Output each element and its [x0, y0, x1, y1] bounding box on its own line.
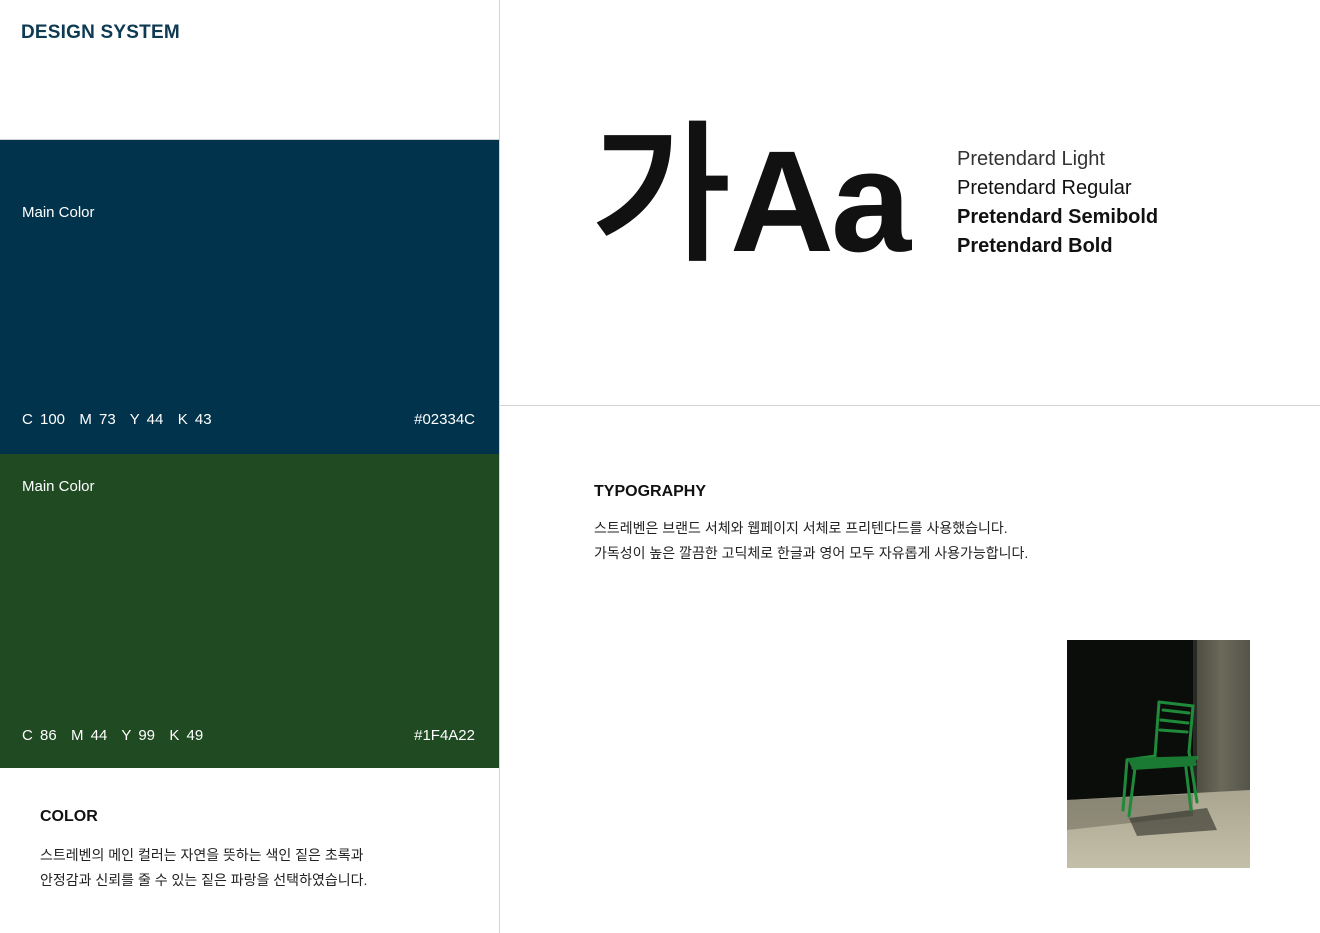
- color-description: 스트레벤의 메인 컬러는 자연을 뜻하는 색인 짙은 초록과 안정감과 신뢰를 …: [40, 843, 367, 893]
- typography-description: 스트레벤은 브랜드 서체와 웹페이지 서체로 프리텐다드를 사용했습니다. 가독…: [594, 516, 1028, 566]
- color-description-line: 스트레벤의 메인 컬러는 자연을 뜻하는 색인 짙은 초록과: [40, 847, 364, 863]
- chair-photo-illustration: [1067, 640, 1250, 868]
- swatch-label: Main Color: [22, 204, 95, 221]
- font-weight-regular: Pretendard Regular: [957, 177, 1132, 199]
- divider: [500, 405, 1320, 406]
- left-panel: DESIGN SYSTEM Main Color C 100 M 73 Y 44…: [0, 0, 500, 933]
- swatch-hex: #1F4A22: [414, 727, 475, 744]
- swatch-cmyk: C 86 M 44 Y 99 K 49: [22, 727, 204, 744]
- font-weight-list: Pretendard Light Pretendard Regular Pret…: [957, 145, 1158, 261]
- font-weight-semibold: Pretendard Semibold: [957, 206, 1159, 228]
- korean-glyph-specimen: 가: [592, 111, 731, 279]
- latin-glyph-specimen: Aa: [730, 121, 911, 282]
- typography-description-line: 스트레벤은 브랜드 서체와 웹페이지 서체로 프리텐다드를 사용했습니다.: [594, 520, 1008, 536]
- color-swatch-blue: Main Color C 100 M 73 Y 44 K 43 #02334C: [0, 140, 499, 454]
- swatch-cmyk: C 100 M 73 Y 44 K 43: [22, 411, 212, 428]
- page-title: DESIGN SYSTEM: [21, 22, 180, 43]
- font-weight-bold: Pretendard Bold: [957, 235, 1113, 257]
- color-swatch-green: Main Color C 86 M 44 Y 99 K 49 #1F4A22: [0, 454, 499, 768]
- chair-photo: [1067, 640, 1250, 868]
- typography-heading: TYPOGRAPHY: [594, 483, 707, 500]
- font-weight-light: Pretendard Light: [957, 148, 1105, 170]
- typography-description-line: 가독성이 높은 깔끔한 고딕체로 한글과 영어 모두 자유롭게 사용가능합니다.: [594, 545, 1029, 561]
- swatch-hex: #02334C: [414, 411, 475, 428]
- swatch-label: Main Color: [22, 478, 95, 495]
- color-heading: COLOR: [40, 808, 98, 825]
- color-description-line: 안정감과 신뢰를 줄 수 있는 짙은 파랑을 선택하였습니다.: [40, 872, 368, 888]
